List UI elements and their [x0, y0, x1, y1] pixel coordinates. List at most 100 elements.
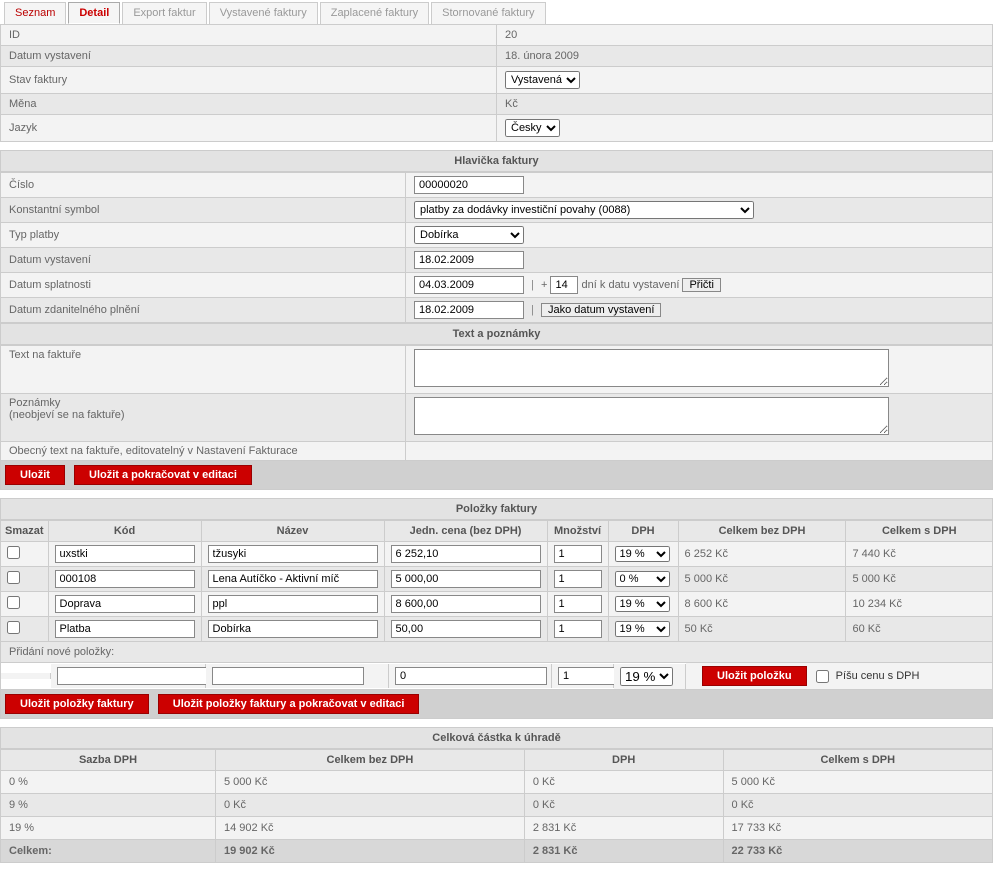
- item-price-input[interactable]: [391, 545, 541, 563]
- item-total-inc: 10 234 Kč: [846, 592, 993, 617]
- invoice-note-input[interactable]: [414, 397, 889, 435]
- vat: 2 831 Kč: [524, 817, 723, 840]
- number-input[interactable]: [414, 176, 524, 194]
- totals-row: 9 %0 Kč0 Kč0 Kč: [1, 794, 993, 817]
- save-items-continue-button[interactable]: Uložit položky faktury a pokračovat v ed…: [158, 694, 420, 714]
- item-qty-input[interactable]: [554, 620, 602, 638]
- save-items-button[interactable]: Uložit položky faktury: [5, 694, 149, 714]
- col-total-inc: Celkem s DPH: [846, 521, 993, 542]
- save-item-button[interactable]: Uložit položku: [702, 666, 807, 686]
- tot-col-vat: DPH: [524, 750, 723, 771]
- info-issued-label: Datum vystavení: [1, 46, 497, 67]
- delete-checkbox[interactable]: [7, 546, 20, 559]
- new-price-input[interactable]: [395, 667, 547, 685]
- item-vat-select[interactable]: 19 %: [615, 621, 670, 637]
- delete-checkbox[interactable]: [7, 621, 20, 634]
- grand-vat: 2 831 Kč: [524, 840, 723, 863]
- item-price-input[interactable]: [391, 595, 541, 613]
- item-vat-select[interactable]: 19 %: [615, 596, 670, 612]
- delete-checkbox[interactable]: [7, 571, 20, 584]
- grand-label: Celkem:: [1, 840, 216, 863]
- item-total-ex: 50 Kč: [678, 617, 846, 642]
- vat: 0 Kč: [524, 771, 723, 794]
- item-qty-input[interactable]: [554, 595, 602, 613]
- generic-text-label: Obecný text na faktuře, editovatelný v N…: [1, 442, 406, 461]
- due-add-button[interactable]: Přičti: [682, 278, 720, 292]
- ex: 14 902 Kč: [216, 817, 525, 840]
- paytype-select[interactable]: Dobírka: [414, 226, 524, 244]
- item-qty-input[interactable]: [554, 545, 602, 563]
- item-code-input[interactable]: [55, 570, 195, 588]
- number-label: Číslo: [1, 173, 406, 198]
- invoice-lang-select[interactable]: Česky: [505, 119, 560, 137]
- text-label: Text na faktuře: [1, 346, 406, 394]
- tab-seznam[interactable]: Seznam: [4, 2, 66, 24]
- save-button[interactable]: Uložit: [5, 465, 65, 485]
- note-sub: (neobjeví se na faktuře): [9, 409, 125, 421]
- due-date-input[interactable]: [414, 276, 524, 294]
- issued-date-input[interactable]: [414, 251, 524, 269]
- delete-checkbox[interactable]: [7, 596, 20, 609]
- item-code-input[interactable]: [55, 545, 195, 563]
- tax-date-input[interactable]: [414, 301, 524, 319]
- tab-zaplacene[interactable]: Zaplacené faktury: [320, 2, 429, 24]
- col-name: Název: [201, 521, 384, 542]
- inc: 17 733 Kč: [723, 817, 992, 840]
- tot-col-rate: Sazba DPH: [1, 750, 216, 771]
- rate: 0 %: [1, 771, 216, 794]
- issued-label: Datum vystavení: [1, 248, 406, 273]
- header-title: Hlavička faktury: [0, 150, 993, 172]
- item-name-input[interactable]: [208, 595, 378, 613]
- new-code-input[interactable]: [57, 667, 209, 685]
- new-name-input[interactable]: [212, 667, 364, 685]
- ex: 5 000 Kč: [216, 771, 525, 794]
- item-total-inc: 7 440 Kč: [846, 542, 993, 567]
- tabs: Seznam Detail Export faktur Vystavené fa…: [0, 0, 993, 24]
- totals-row: 19 %14 902 Kč2 831 Kč17 733 Kč: [1, 817, 993, 840]
- invoice-text-input[interactable]: [414, 349, 889, 387]
- tab-vystavene[interactable]: Vystavené faktury: [209, 2, 318, 24]
- tax-same-button[interactable]: Jako datum vystavení: [541, 303, 661, 317]
- tab-detail[interactable]: Detail: [68, 2, 120, 24]
- item-qty-input[interactable]: [554, 570, 602, 588]
- item-total-inc: 5 000 Kč: [846, 567, 993, 592]
- tab-stornovane[interactable]: Stornované faktury: [431, 2, 545, 24]
- price-with-vat-label: Píšu cenu s DPH: [836, 670, 920, 682]
- item-total-ex: 5 000 Kč: [678, 567, 846, 592]
- item-code-input[interactable]: [55, 620, 195, 638]
- inc: 0 Kč: [723, 794, 992, 817]
- price-with-vat-checkbox[interactable]: [816, 670, 829, 683]
- due-note: dní k datu vystavení: [582, 279, 680, 291]
- item-row: 19 %50 Kč60 Kč: [1, 617, 993, 642]
- info-id-label: ID: [1, 25, 497, 46]
- new-item-label: Přidání nové položky:: [0, 642, 993, 663]
- item-name-input[interactable]: [208, 545, 378, 563]
- due-plus: +: [541, 279, 547, 291]
- item-vat-select[interactable]: 0 %: [615, 571, 670, 587]
- vat: 0 Kč: [524, 794, 723, 817]
- item-price-input[interactable]: [391, 620, 541, 638]
- const-symbol-select[interactable]: platby za dodávky investiční povahy (008…: [414, 201, 754, 219]
- info-id-value: 20: [497, 25, 993, 46]
- items-title: Položky faktury: [0, 498, 993, 520]
- col-price: Jedn. cena (bez DPH): [384, 521, 547, 542]
- invoice-state-select[interactable]: Vystavená: [505, 71, 580, 89]
- rate: 9 %: [1, 794, 216, 817]
- save-continue-button[interactable]: Uložit a pokračovat v editaci: [74, 465, 252, 485]
- item-name-input[interactable]: [208, 570, 378, 588]
- item-price-input[interactable]: [391, 570, 541, 588]
- item-name-input[interactable]: [208, 620, 378, 638]
- item-code-input[interactable]: [55, 595, 195, 613]
- totals-row: 0 %5 000 Kč0 Kč5 000 Kč: [1, 771, 993, 794]
- new-vat-select[interactable]: 19 %: [620, 667, 673, 686]
- paytype-label: Typ platby: [1, 223, 406, 248]
- due-days-input[interactable]: [550, 276, 578, 294]
- grand-inc: 22 733 Kč: [723, 840, 992, 863]
- ex: 0 Kč: [216, 794, 525, 817]
- rate: 19 %: [1, 817, 216, 840]
- item-total-ex: 8 600 Kč: [678, 592, 846, 617]
- info-currency-value: Kč: [497, 94, 993, 115]
- tab-export[interactable]: Export faktur: [122, 2, 206, 24]
- item-vat-select[interactable]: 19 %: [615, 546, 670, 562]
- tot-col-ex: Celkem bez DPH: [216, 750, 525, 771]
